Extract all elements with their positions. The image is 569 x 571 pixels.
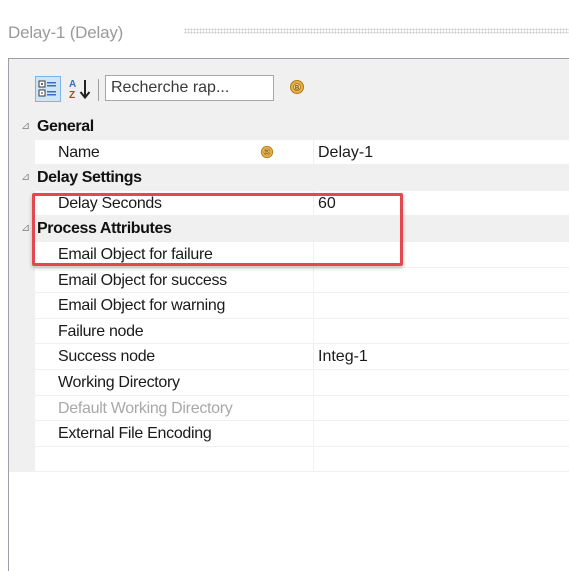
property-row-name[interactable]: Name B Delay-1 [9,139,569,166]
property-grid: ⊿ General Name B Delay-1 ⊿ Delay Setting… [9,114,569,473]
property-value[interactable] [314,293,569,318]
property-row-default-working-directory: Default Working Directory [9,395,569,422]
category-general[interactable]: ⊿ General [9,114,569,140]
property-value[interactable] [314,242,569,267]
property-name: Email Object for warning [35,293,314,318]
property-row-working-directory[interactable]: Working Directory [9,369,569,396]
property-pages-icon: B [290,80,304,94]
property-row-success-node[interactable]: Success node Integ-1 [9,344,569,370]
property-name: Email Object for failure [35,241,314,267]
property-value[interactable] [314,319,569,344]
collapse-icon[interactable]: ⊿ [21,216,30,241]
property-value[interactable] [314,268,569,293]
property-name [35,446,314,472]
property-value[interactable]: Integ-1 [314,344,569,369]
property-name: Delay Seconds [35,190,314,216]
category-label: Process Attributes [37,220,172,238]
property-value[interactable]: Delay-1 [314,140,569,165]
property-value [314,396,569,421]
property-row-email-warning[interactable]: Email Object for warning [9,293,569,319]
alphabetical-sort-button[interactable]: A Z [67,76,93,102]
category-label: General [37,118,94,135]
property-name: External File Encoding [35,421,314,446]
property-row-external-file-encoding[interactable]: External File Encoding [9,421,569,447]
svg-text:B: B [295,86,300,92]
category-delay-settings[interactable]: ⊿ Delay Settings [9,165,569,191]
category-process-attributes[interactable]: ⊿ Process Attributes [9,216,569,242]
svg-text:Z: Z [69,90,75,101]
property-name: Failure node [35,318,314,344]
categorized-view-icon [38,80,56,97]
property-value [314,447,569,472]
property-grid-panel: A Z B ⊿ General Name [8,58,569,571]
property-grid-toolbar: A Z B [9,59,569,114]
titlebar-grip[interactable] [184,28,569,34]
window-title: Delay-1 (Delay) [8,23,124,42]
property-row-email-success[interactable]: Email Object for success [9,267,569,294]
property-name: Success node [35,344,314,369]
object-badge-icon: B [260,145,274,164]
categorized-view-button[interactable] [35,76,61,102]
property-name: Default Working Directory [35,395,314,421]
property-name: Email Object for success [35,267,314,293]
window-titlebar: Delay-1 (Delay) [0,0,569,58]
property-pages-button[interactable]: B [289,79,305,100]
category-label: Delay Settings [37,169,142,187]
quick-search-box[interactable] [105,75,274,101]
property-row-email-failure[interactable]: Email Object for failure [9,241,569,268]
property-value[interactable] [314,370,569,395]
collapse-icon[interactable]: ⊿ [21,165,30,190]
property-row-empty [9,446,569,473]
toolbar-separator [98,79,99,101]
property-name: Working Directory [35,369,314,395]
quick-search-input[interactable] [106,76,273,100]
property-value[interactable]: 60 [314,191,569,216]
alphabetical-sort-icon: A Z [69,79,91,101]
property-row-failure-node[interactable]: Failure node [9,318,569,345]
svg-text:B: B [265,150,269,156]
property-value[interactable] [314,421,569,446]
collapse-icon[interactable]: ⊿ [21,114,30,139]
property-row-delay-seconds[interactable]: Delay Seconds 60 [9,190,569,217]
svg-text:A: A [69,79,76,90]
